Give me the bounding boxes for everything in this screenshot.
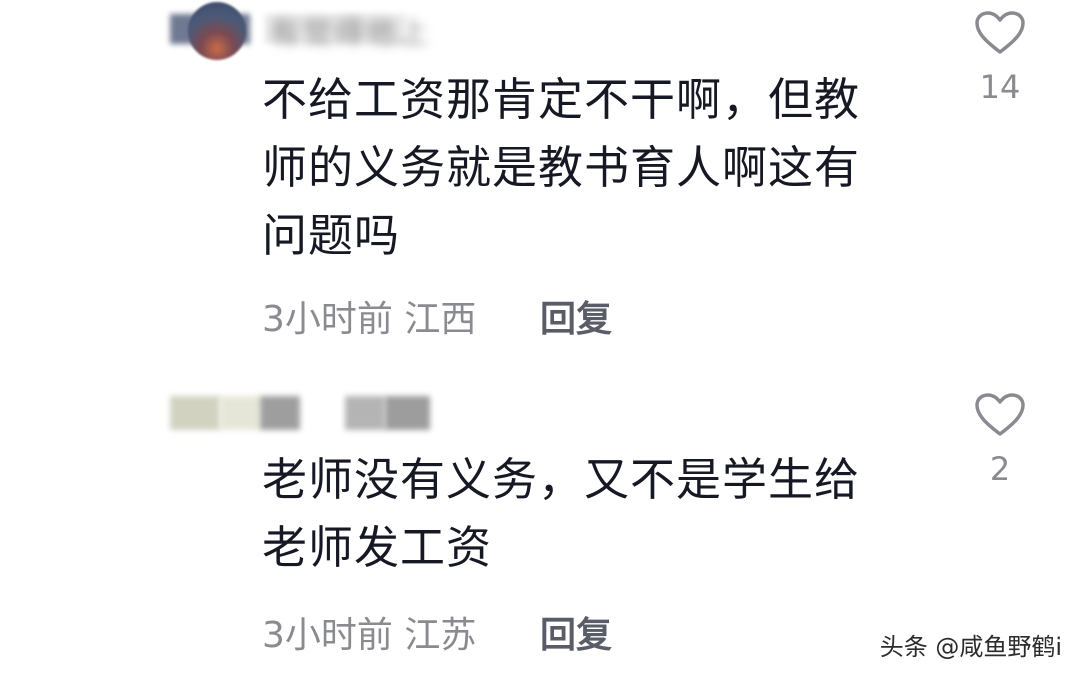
comment-location: 江西	[404, 299, 477, 340]
username[interactable]: 有觉得他上	[270, 8, 430, 52]
username-redaction	[345, 396, 385, 430]
comment-header: 有觉得他上	[170, 0, 690, 60]
comment-header	[170, 380, 690, 440]
like-button[interactable]: 14	[962, 10, 1038, 106]
comment-time: 3小时前	[262, 615, 393, 656]
reply-button[interactable]: 回复	[540, 606, 612, 658]
comment-text: 老师没有义务，又不是学生给老师发工资	[262, 453, 861, 574]
comment-meta: 3小时前 江西	[262, 290, 476, 342]
heart-icon[interactable]	[974, 10, 1026, 56]
username-redaction	[385, 396, 430, 430]
comment-meta: 3小时前 江苏	[262, 606, 476, 658]
like-button[interactable]: 2	[962, 392, 1038, 488]
comment-item: 有觉得他上 不给工资那肯定不干啊，但教师的义务就是教书育人啊这有问题吗 3小时前…	[0, 0, 1080, 350]
like-count: 2	[989, 450, 1011, 488]
comment-text: 不给工资那肯定不干啊，但教师的义务就是教书育人啊这有问题吗	[262, 73, 861, 262]
comment-time: 3小时前	[262, 299, 393, 340]
avatar[interactable]	[188, 2, 246, 60]
like-count: 14	[979, 68, 1021, 106]
avatar-redaction	[170, 396, 220, 430]
comment-location: 江苏	[404, 615, 477, 656]
heart-icon[interactable]	[974, 392, 1026, 438]
reply-button[interactable]: 回复	[540, 290, 612, 342]
username-redaction	[260, 396, 300, 430]
avatar-redaction	[220, 396, 260, 430]
watermark: 头条 @咸鱼野鹤i	[879, 633, 1062, 661]
